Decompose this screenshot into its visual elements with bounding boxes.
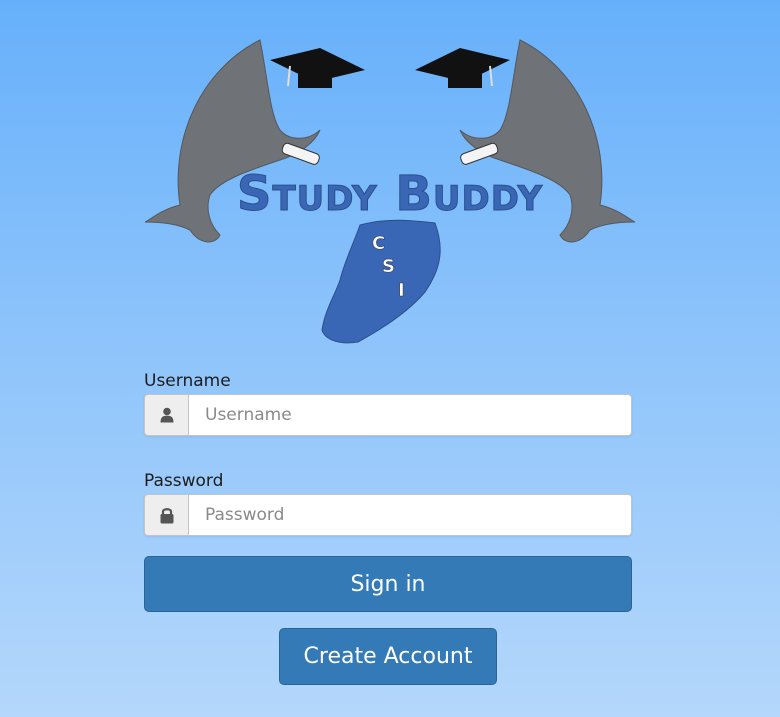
username-input[interactable] bbox=[188, 394, 632, 436]
create-account-button[interactable]: Create Account bbox=[279, 628, 497, 685]
island-letter-c: C bbox=[372, 233, 385, 254]
password-addon bbox=[144, 494, 188, 536]
user-icon bbox=[160, 407, 173, 423]
username-input-group bbox=[144, 394, 632, 436]
password-input[interactable] bbox=[188, 494, 632, 536]
island-letter-i: I bbox=[398, 280, 405, 301]
sign-in-button[interactable]: Sign in bbox=[144, 556, 632, 612]
login-form: Username Password Sign in bbox=[144, 370, 632, 612]
lock-icon bbox=[160, 508, 173, 524]
password-label: Password bbox=[144, 471, 224, 491]
logo-title: Study Buddy bbox=[237, 166, 543, 222]
username-label: Username bbox=[144, 371, 231, 391]
username-addon bbox=[144, 394, 188, 436]
island-map-graphic: C S I bbox=[321, 219, 441, 344]
password-input-group bbox=[144, 494, 632, 536]
island-letter-s: S bbox=[382, 256, 395, 277]
study-buddy-logo: Study Buddy C S I bbox=[144, 39, 636, 344]
